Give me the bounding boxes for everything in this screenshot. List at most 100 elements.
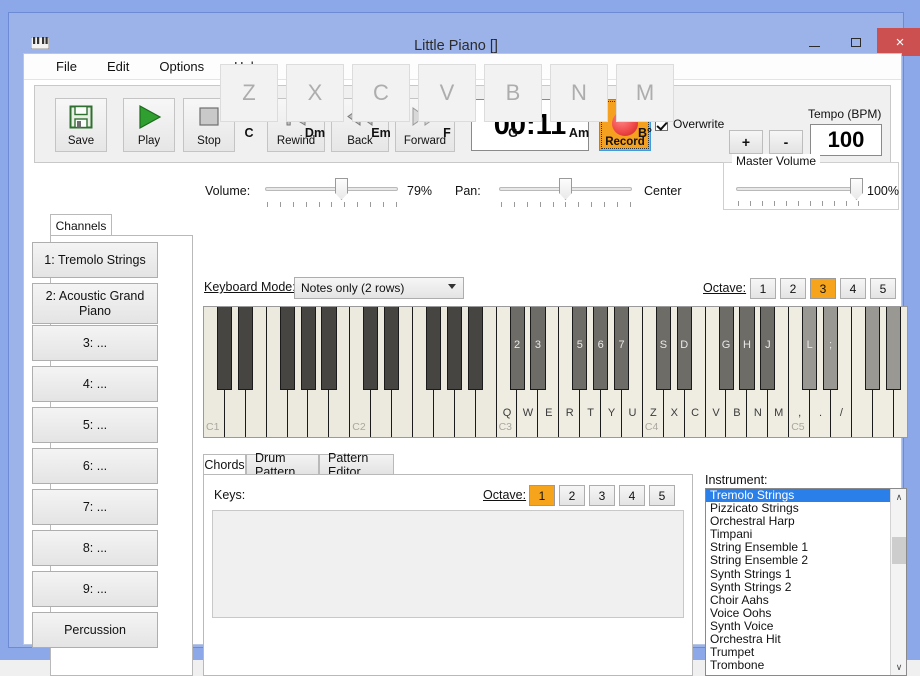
chord-key-Em[interactable]: C bbox=[352, 64, 410, 122]
tempo-decrease-button[interactable]: - bbox=[769, 130, 803, 154]
channel-button-3[interactable]: 3: ... bbox=[32, 325, 158, 361]
channel-button-10[interactable]: Percussion bbox=[32, 612, 158, 648]
chord-key-F[interactable]: V bbox=[418, 64, 476, 122]
instrument-item[interactable]: Voice Oohs bbox=[706, 606, 890, 620]
master-slider-track[interactable] bbox=[736, 187, 860, 191]
piano-black-key[interactable] bbox=[363, 307, 379, 390]
scroll-up-icon[interactable]: ∧ bbox=[891, 489, 906, 505]
chord-key-B°[interactable]: M bbox=[616, 64, 674, 122]
pan-slider-thumb[interactable] bbox=[559, 178, 572, 200]
piano-black-key[interactable] bbox=[593, 307, 609, 390]
piano-keyboard[interactable]: C1 C2 Q C3 W E R T Y U Z C4 X C V B N M, C5./2 3 5 6 7 S D G H J L; bbox=[203, 306, 908, 438]
piano-black-key[interactable] bbox=[760, 307, 776, 390]
pan-slider-ticks bbox=[501, 202, 631, 208]
chord-octave-button-3[interactable]: 3 bbox=[589, 485, 615, 506]
keyboard-mode-label: Keyboard Mode: bbox=[204, 280, 296, 294]
piano-black-key[interactable] bbox=[864, 307, 880, 390]
instrument-item[interactable]: Choir Aahs bbox=[706, 593, 890, 607]
play-button[interactable]: Play bbox=[123, 98, 175, 152]
instrument-list: Tremolo Strings Pizzicato Strings Orchestr… bbox=[706, 489, 890, 672]
tab-chords[interactable]: Chords bbox=[203, 454, 246, 475]
piano-black-key[interactable] bbox=[279, 307, 295, 390]
tab-drum-pattern[interactable]: Drum Pattern bbox=[246, 451, 319, 479]
keyboard-octave-button-3[interactable]: 3 bbox=[810, 278, 836, 299]
chord-octave-label: Octave: bbox=[483, 488, 527, 502]
channel-button-7[interactable]: 7: ... bbox=[32, 489, 158, 525]
piano-black-key[interactable] bbox=[237, 307, 253, 390]
save-button[interactable]: Save bbox=[55, 98, 107, 152]
instrument-item[interactable]: Synth Strings 1 bbox=[706, 567, 890, 581]
tempo-increase-button[interactable]: + bbox=[729, 130, 763, 154]
piano-black-key[interactable] bbox=[384, 307, 400, 390]
chord-name-label: Em bbox=[371, 126, 391, 140]
channel-button-2[interactable]: 2: Acoustic Grand Piano bbox=[32, 283, 158, 324]
piano-black-key[interactable] bbox=[739, 307, 755, 390]
chord-octave-button-1[interactable]: 1 bbox=[529, 485, 555, 506]
close-button[interactable]: × bbox=[877, 28, 920, 56]
master-volume-value: 100% bbox=[867, 184, 899, 198]
menu-item-file[interactable]: File bbox=[44, 56, 89, 77]
keyboard-octave-button-4[interactable]: 4 bbox=[840, 278, 866, 299]
tempo-value[interactable]: 100 bbox=[810, 124, 882, 156]
piano-black-key[interactable] bbox=[802, 307, 818, 390]
scroll-down-icon[interactable]: ∨ bbox=[891, 659, 906, 675]
chord-octave-button-5[interactable]: 5 bbox=[649, 485, 675, 506]
chord-key-C[interactable]: Z bbox=[220, 64, 278, 122]
chord-name-label: Am bbox=[568, 126, 590, 140]
piano-black-key[interactable] bbox=[718, 307, 734, 390]
instrument-scrollbar[interactable]: ∧ ∨ bbox=[890, 489, 906, 675]
tab-pattern-editor[interactable]: Pattern Editor bbox=[319, 451, 394, 479]
piano-black-key[interactable] bbox=[425, 307, 441, 390]
channel-button-9[interactable]: 9: ... bbox=[32, 571, 158, 607]
tab-channels[interactable]: Channels bbox=[50, 214, 112, 236]
keyboard-mode-select[interactable]: Notes only (2 rows) bbox=[294, 277, 464, 299]
channel-button-8[interactable]: 8: ... bbox=[32, 530, 158, 566]
chord-octave-button-2[interactable]: 2 bbox=[559, 485, 585, 506]
scrollbar-thumb[interactable] bbox=[892, 537, 906, 564]
instrument-item[interactable]: Trombone bbox=[706, 659, 890, 672]
chord-name-label: F bbox=[443, 126, 451, 140]
channel-button-4[interactable]: 4: ... bbox=[32, 366, 158, 402]
chord-key-G[interactable]: B bbox=[484, 64, 542, 122]
piano-black-key[interactable] bbox=[530, 307, 546, 390]
piano-black-key[interactable] bbox=[446, 307, 462, 390]
chord-key-Dm[interactable]: X bbox=[286, 64, 344, 122]
instrument-listbox[interactable]: Tremolo Strings Pizzicato Strings Orchestr… bbox=[705, 488, 907, 676]
piano-black-key[interactable] bbox=[321, 307, 337, 390]
desktop-background: Little Piano [] × File Edit Options Help bbox=[0, 0, 920, 676]
chord-octave-button-4[interactable]: 4 bbox=[619, 485, 645, 506]
piano-black-key[interactable] bbox=[823, 307, 839, 390]
volume-slider-ticks bbox=[267, 202, 397, 208]
piano-black-key[interactable] bbox=[300, 307, 316, 390]
menu-item-edit[interactable]: Edit bbox=[95, 56, 141, 77]
maximize-button[interactable] bbox=[835, 28, 877, 56]
keyboard-octave-button-2[interactable]: 2 bbox=[780, 278, 806, 299]
piano-black-key[interactable] bbox=[509, 307, 525, 390]
piano-black-key[interactable] bbox=[676, 307, 692, 390]
channel-button-5[interactable]: 5: ... bbox=[32, 407, 158, 443]
chord-key-Am[interactable]: N bbox=[550, 64, 608, 122]
piano-black-key[interactable] bbox=[216, 307, 232, 390]
piano-black-key[interactable] bbox=[467, 307, 483, 390]
volume-value: 79% bbox=[407, 184, 433, 198]
pan-value: Center bbox=[644, 184, 682, 198]
minimize-button[interactable] bbox=[793, 28, 835, 56]
volume-slider-track[interactable] bbox=[265, 187, 398, 191]
piano-black-key[interactable] bbox=[906, 307, 907, 390]
maximize-icon bbox=[851, 37, 861, 47]
piano-black-key[interactable] bbox=[614, 307, 630, 390]
channel-button-1[interactable]: 1: Tremolo Strings bbox=[32, 242, 158, 278]
channel-label: 1: Tremolo Strings bbox=[44, 252, 146, 267]
keyboard-octave-button-5[interactable]: 5 bbox=[870, 278, 896, 299]
keyboard-octave-button-1[interactable]: 1 bbox=[750, 278, 776, 299]
volume-slider-thumb[interactable] bbox=[335, 178, 348, 200]
chord-name-label: Dm bbox=[304, 126, 326, 140]
instrument-item[interactable]: String Ensemble 2 bbox=[706, 554, 890, 567]
piano-black-key[interactable] bbox=[655, 307, 671, 390]
menu-item-options[interactable]: Options bbox=[147, 56, 216, 77]
application-window: Little Piano [] × File Edit Options Help bbox=[8, 12, 920, 676]
channel-button-6[interactable]: 6: ... bbox=[32, 448, 158, 484]
instrument-item[interactable]: Synth Strings 2 bbox=[706, 580, 890, 594]
piano-black-key[interactable] bbox=[572, 307, 588, 390]
piano-black-key[interactable] bbox=[885, 307, 901, 390]
